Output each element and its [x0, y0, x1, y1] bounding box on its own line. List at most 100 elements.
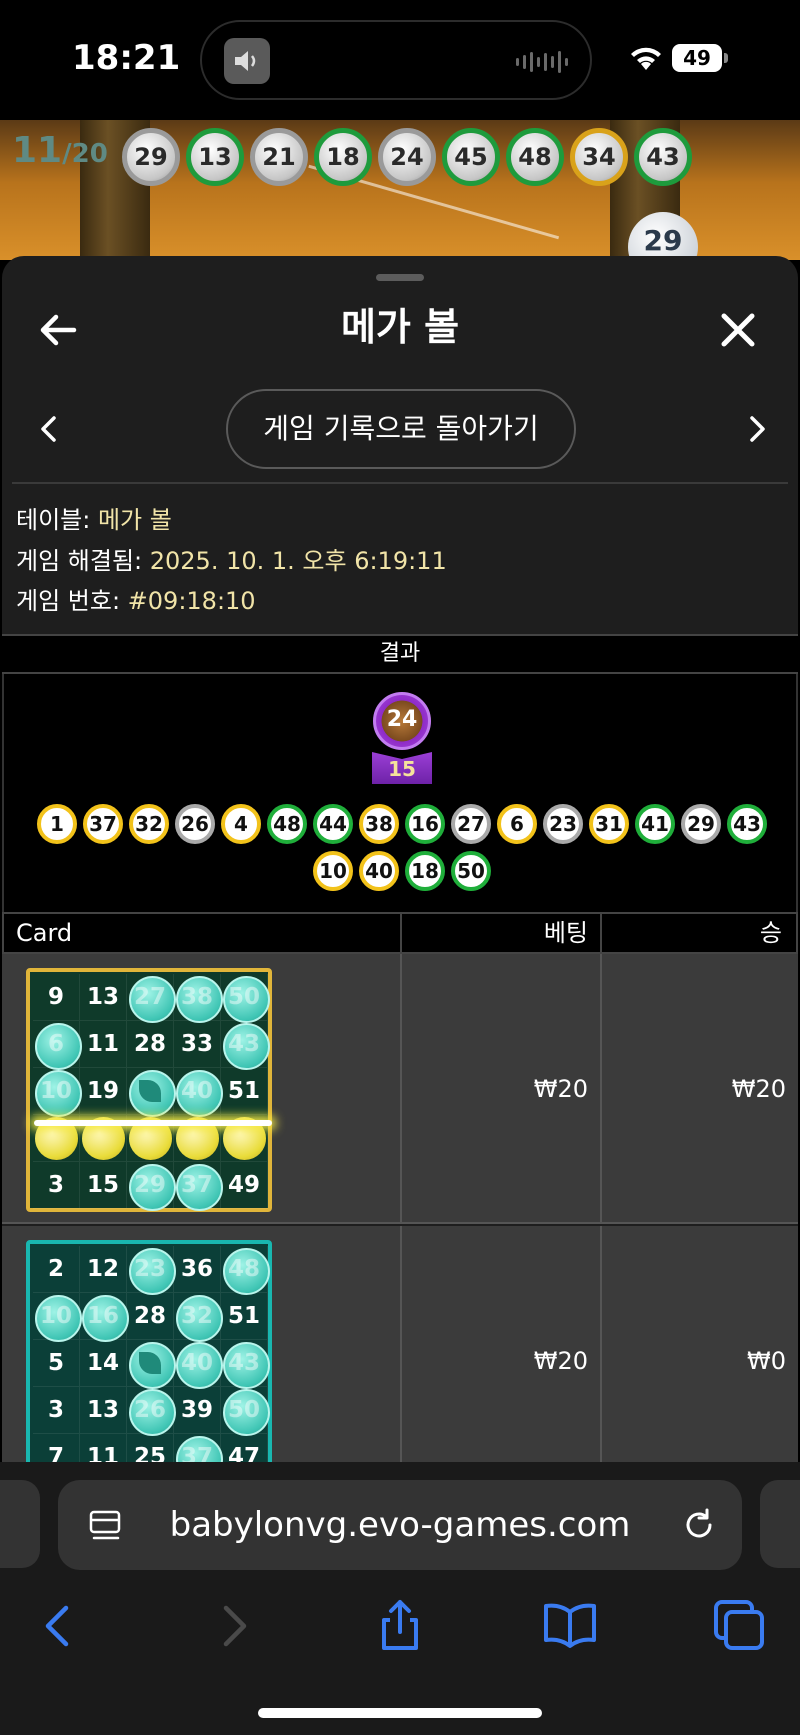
back-to-history-button[interactable]: 게임 기록으로 돌아가기	[226, 389, 576, 469]
card-cell: 23	[127, 1246, 176, 1295]
share-icon[interactable]	[370, 1596, 430, 1656]
battery-tip	[724, 53, 728, 63]
win-amount: ₩0	[747, 1347, 786, 1375]
sheet-title: 메가 볼	[340, 305, 460, 349]
back-icon[interactable]	[30, 1596, 90, 1656]
result-ball: 26	[175, 804, 215, 844]
card-cell: 9	[33, 974, 80, 1021]
card-cell: 27	[127, 974, 176, 1023]
card-cell-number: 49	[227, 1172, 260, 1198]
card-cell: 43	[221, 1021, 270, 1070]
card-cell: 5	[33, 1340, 80, 1387]
result-ball: 18	[405, 851, 445, 891]
card-cell-number: 39	[180, 1397, 213, 1423]
sheet-grabber[interactable]	[376, 274, 424, 281]
card-cell: 32	[174, 1293, 223, 1342]
card-cell-number: 3	[47, 1397, 64, 1423]
result-ball: 40	[359, 851, 399, 891]
card-cell-number: 51	[227, 1303, 260, 1329]
results-panel: 24 15 1 37 32 26 4 48 44 38 16 27 6 23 31 41 29 43 10 40…	[2, 674, 798, 912]
result-ball: 27	[451, 804, 491, 844]
card-cell-number: 36	[180, 1256, 213, 1282]
bookmarks-icon[interactable]	[540, 1596, 600, 1656]
table-row: 9 13 27 38 50 6 11 28 33 43 10 19 40 51 3 15 29 37 49 ₩20 ₩2…	[2, 954, 798, 1224]
next-tab-preview[interactable]	[760, 1480, 800, 1568]
result-ball: 37	[83, 804, 123, 844]
drawn-ball: 21	[250, 128, 308, 186]
card-cell-number: 2	[47, 1256, 64, 1282]
home-indicator[interactable]	[258, 1708, 542, 1718]
info-resolved-value: 2025. 10. 1. 오후 6:19:11	[149, 547, 447, 575]
result-ball: 1	[37, 804, 77, 844]
card-cell: 39	[174, 1387, 221, 1434]
card-cell-number: 10	[39, 1303, 72, 1329]
result-ball: 23	[543, 804, 583, 844]
winning-line	[34, 1120, 272, 1126]
card-cell-number: 50	[227, 984, 260, 1010]
chevron-left-icon	[41, 416, 56, 442]
card-cell-number: 13	[86, 984, 119, 1010]
result-ball: 16	[405, 804, 445, 844]
card-cell: 11	[80, 1021, 127, 1068]
card-cell: 2	[33, 1246, 80, 1293]
address-bar[interactable]: babylonvg.evo-games.com	[58, 1480, 742, 1570]
card-cell-number: 16	[86, 1303, 119, 1329]
bingo-card: 9 13 27 38 50 6 11 28 33 43 10 19 40 51 3 15 29 37 49	[26, 968, 272, 1212]
url-text: babylonvg.evo-games.com	[169, 1505, 631, 1545]
card-cell-number: 43	[227, 1350, 260, 1376]
card-cell: 13	[80, 1387, 127, 1434]
mega-multiplier: 15	[372, 752, 432, 784]
status-bar: 18:21 49	[0, 0, 800, 120]
card-cell: 40	[174, 1340, 223, 1389]
card-cell-number: 19	[86, 1078, 119, 1104]
column-header-card: Card	[4, 914, 402, 952]
card-cell: 16	[80, 1293, 129, 1342]
previous-game-button[interactable]	[28, 404, 68, 454]
result-ball: 31	[589, 804, 629, 844]
battery-icon: 49	[672, 44, 722, 72]
card-cell-number: 10	[39, 1078, 72, 1104]
next-game-button[interactable]	[738, 404, 778, 454]
close-button[interactable]	[708, 300, 768, 360]
result-ball: 43	[727, 804, 767, 844]
bet-amount: ₩20	[533, 1075, 588, 1103]
card-cell-number: 32	[180, 1303, 213, 1329]
card-cell-number: 9	[47, 984, 64, 1010]
card-cell: 38	[174, 974, 223, 1023]
card-cell: 33	[174, 1021, 221, 1068]
drawn-ball: 13	[186, 128, 244, 186]
forward-icon[interactable]	[202, 1596, 262, 1656]
result-ball: 48	[267, 804, 307, 844]
card-cell: 10	[33, 1293, 82, 1342]
status-time: 18:21	[72, 38, 181, 78]
card-cell: 51	[221, 1068, 268, 1115]
result-balls-row: 1 37 32 26 4 48 44 38 16 27 6 23 31 41 29 43	[4, 804, 798, 844]
game-video-background: 11/20 29 13 21 18 24 45 48 34 43 29	[0, 120, 800, 260]
audio-wave-icon	[516, 51, 568, 73]
reload-icon[interactable]	[680, 1506, 718, 1544]
result-ball: 6	[497, 804, 537, 844]
card-cell-number: 3	[47, 1172, 64, 1198]
tabs-icon[interactable]	[710, 1596, 770, 1656]
result-ball: 41	[635, 804, 675, 844]
card-cell-number: 15	[86, 1172, 119, 1198]
card-cell: 36	[174, 1246, 221, 1293]
column-header-win: 승	[759, 919, 782, 947]
info-resolved-label: 게임 해결됨:	[16, 547, 150, 575]
card-cell: 48	[221, 1246, 270, 1295]
info-number-value: #09:18:10	[127, 587, 256, 615]
card-cell-number: 28	[133, 1303, 166, 1329]
card-cell: 37	[174, 1162, 223, 1211]
result-ball: 44	[313, 804, 353, 844]
card-cell-number: 51	[227, 1078, 260, 1104]
divider	[12, 482, 788, 484]
info-table-label: 테이블:	[16, 506, 98, 534]
info-number-label: 게임 번호:	[16, 587, 128, 615]
results-header: 결과	[2, 634, 798, 674]
card-cell-number: 26	[133, 1397, 166, 1423]
card-cell: 19	[80, 1068, 127, 1115]
drawn-ball: 29	[122, 128, 180, 186]
result-ball: 10	[313, 851, 353, 891]
drawn-ball: 45	[442, 128, 500, 186]
previous-tab-preview[interactable]	[0, 1480, 40, 1568]
